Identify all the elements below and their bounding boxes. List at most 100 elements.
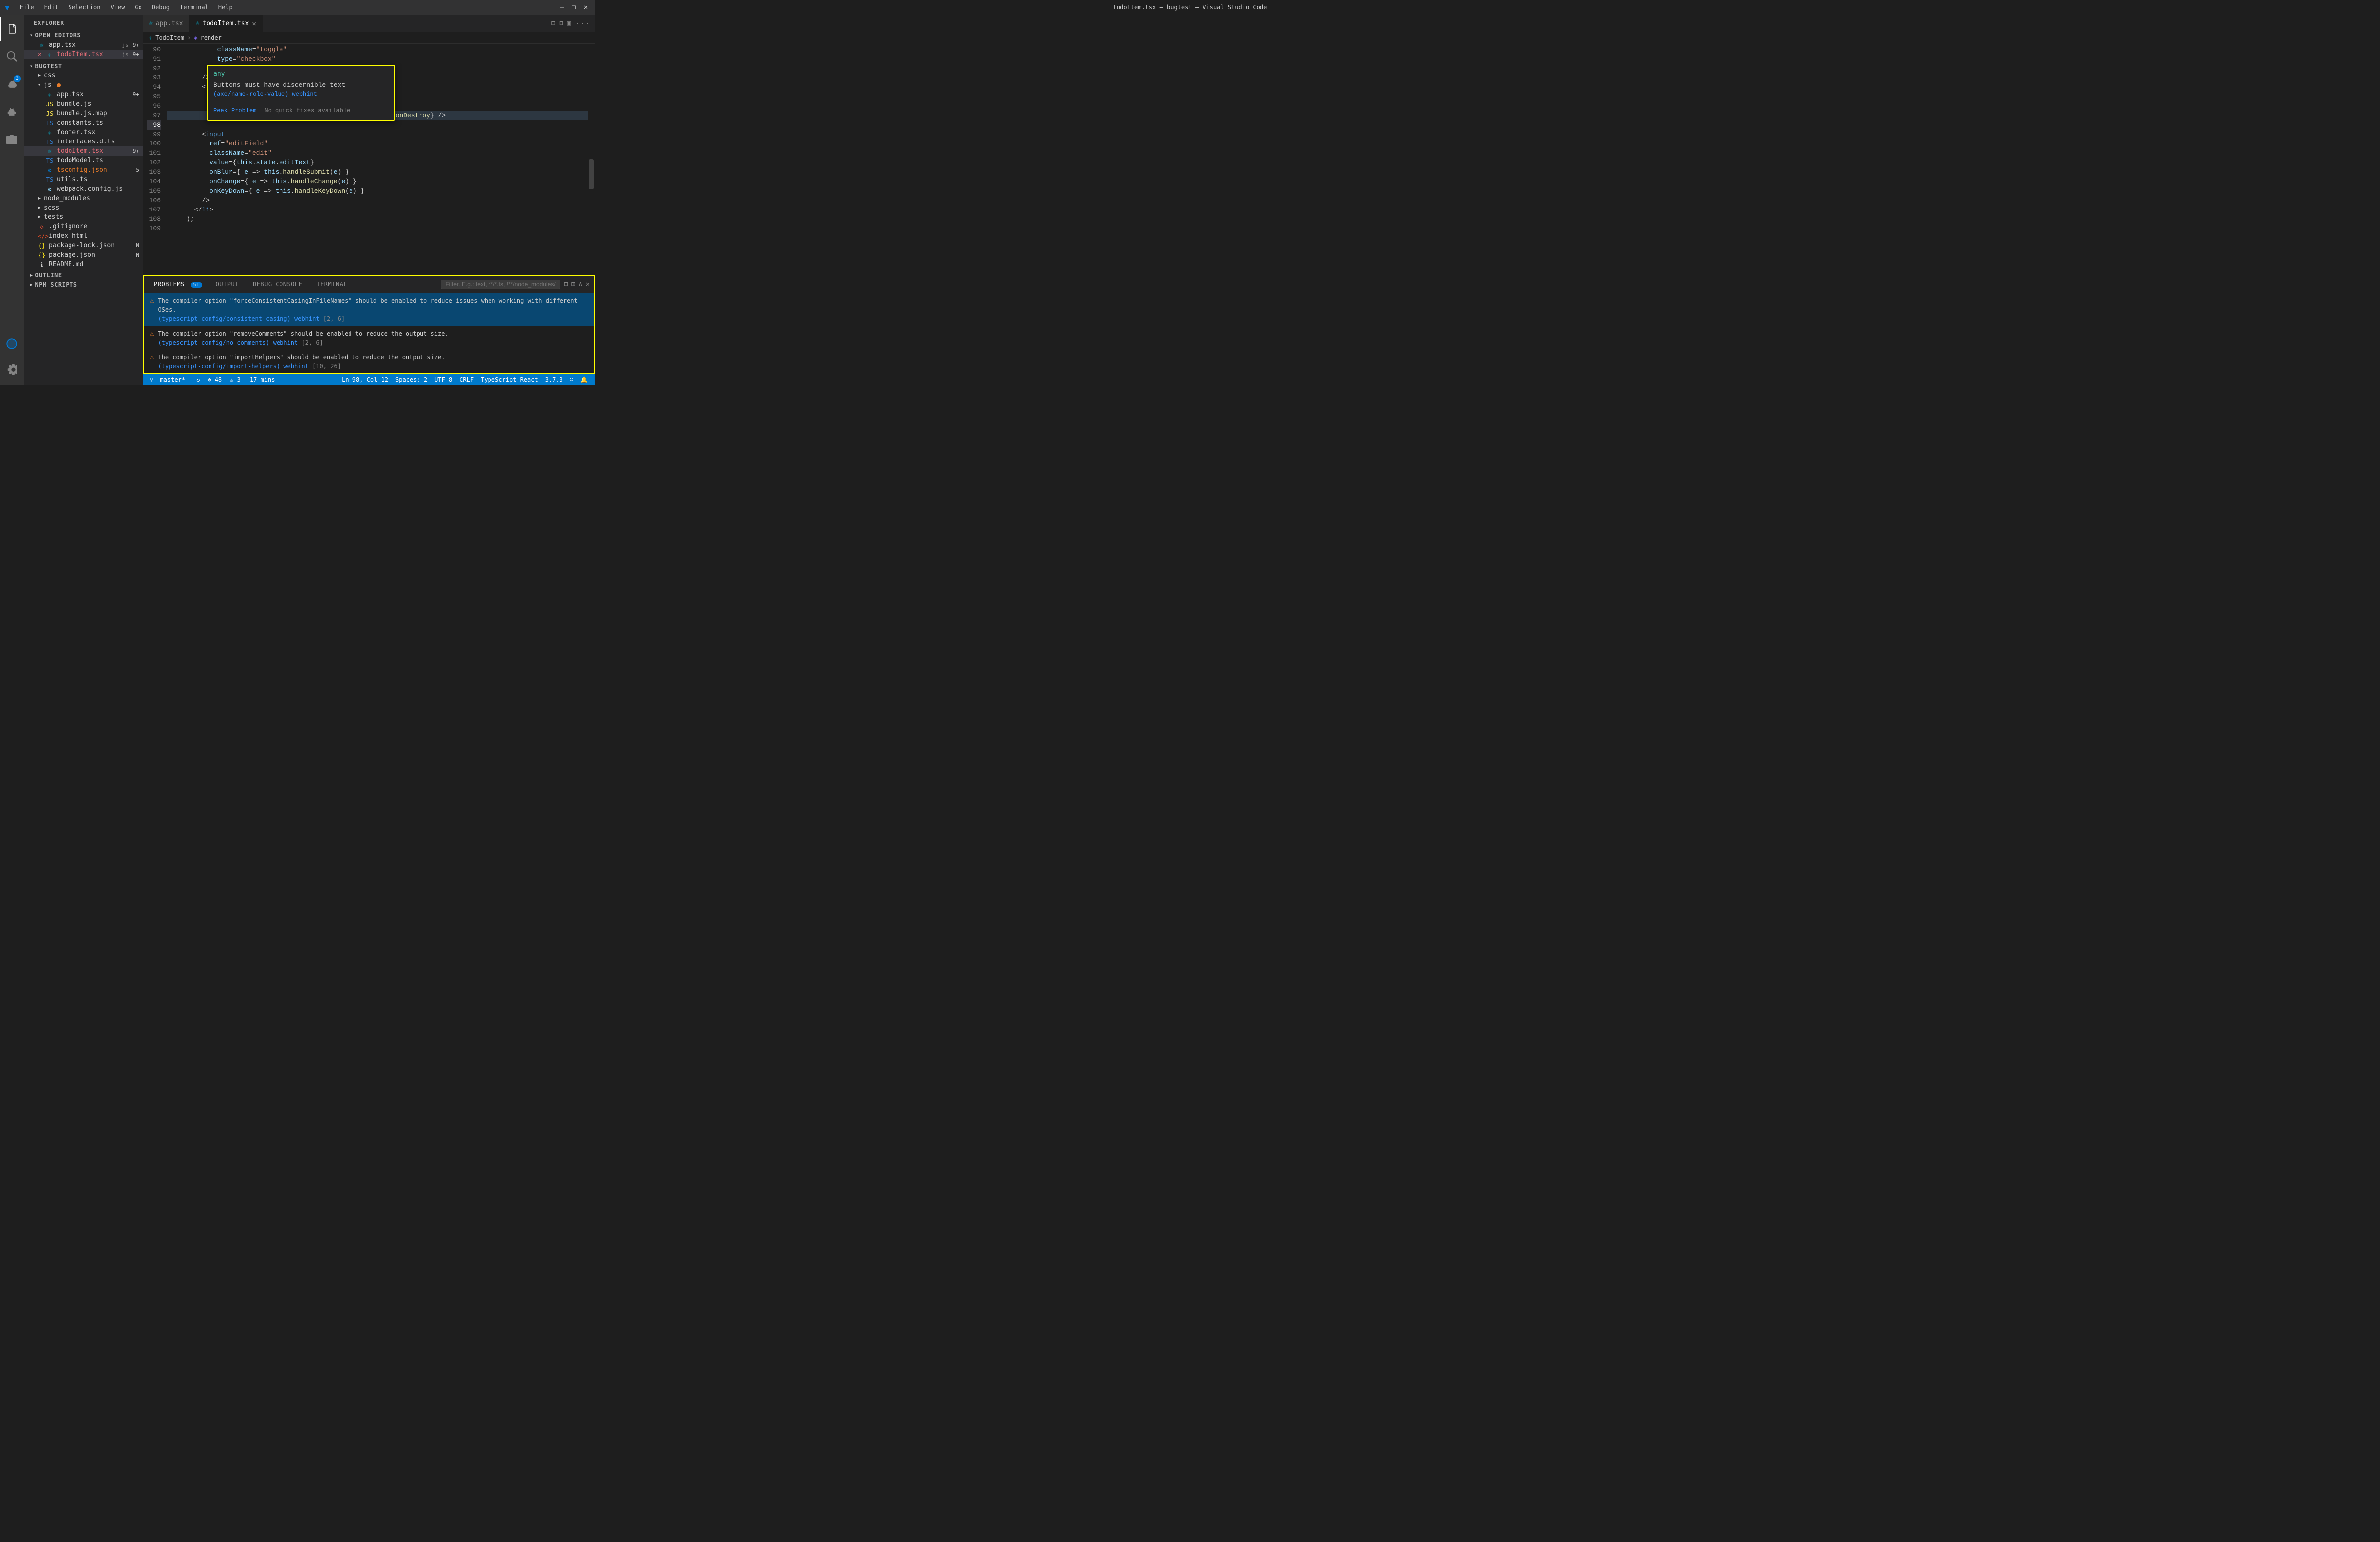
panel-tab-terminal[interactable]: TERMINAL: [310, 279, 353, 290]
copy-icon[interactable]: ⊞: [571, 280, 575, 288]
activity-debug[interactable]: [0, 100, 24, 124]
code-line-103[interactable]: value={this.state.editText}: [167, 158, 588, 167]
line-ending[interactable]: CRLF: [456, 376, 477, 383]
code-line-99[interactable]: [167, 120, 588, 130]
open-editor-todoitem-tsx[interactable]: ✕ ⚛ todoItem.tsx js 9+: [24, 50, 143, 59]
code-line-101[interactable]: ref="editField": [167, 139, 588, 148]
file-interfaces-dts[interactable]: TS interfaces.d.ts: [24, 137, 143, 146]
outline-header[interactable]: ▶ OUTLINE: [24, 270, 143, 280]
ts-version[interactable]: 3.7.3: [542, 376, 566, 383]
node-modules-chevron-icon: ▶: [38, 196, 41, 201]
layout-icon[interactable]: ⊞: [559, 19, 563, 27]
status-left: ⑂ master* ↻ ⊗ 48 ⚠ 3: [147, 376, 244, 383]
spaces[interactable]: Spaces: 2: [392, 376, 430, 383]
notifications-icon[interactable]: 🔔: [577, 376, 591, 383]
editor-scrollbar[interactable]: [588, 44, 595, 275]
panel-tab-output[interactable]: OUTPUT: [210, 279, 245, 290]
close-button[interactable]: ✕: [582, 4, 590, 10]
menu-file[interactable]: File: [16, 3, 38, 12]
file-bundle-js-map[interactable]: JS bundle.js.map: [24, 109, 143, 118]
peek-problem-link[interactable]: Peek Problem: [213, 106, 256, 116]
panel-tab-debug-console[interactable]: DEBUG CONSOLE: [247, 279, 308, 290]
tsx-icon: ⚛: [38, 42, 46, 49]
chevron-up-icon[interactable]: ∧: [578, 280, 582, 288]
menu-edit[interactable]: Edit: [40, 3, 63, 12]
code-line-107[interactable]: />: [167, 196, 588, 205]
code-line-90[interactable]: className="toggle": [167, 45, 588, 54]
breadcrumb-class[interactable]: TodoItem: [155, 34, 184, 41]
tab-todoitem-tsx[interactable]: ⚛ todoItem.tsx ✕: [190, 15, 263, 32]
activity-scm[interactable]: 3: [0, 72, 24, 96]
split-editor-icon[interactable]: ⊟: [551, 19, 555, 27]
panel-tab-problems[interactable]: PROBLEMS 51: [148, 279, 208, 290]
feedback-icon[interactable]: ☺: [567, 376, 576, 383]
file-index-html[interactable]: </> index.html: [24, 231, 143, 241]
open-editor-app-tsx[interactable]: ⚛ app.tsx js 9+: [24, 40, 143, 50]
filter-icon[interactable]: ⊟: [564, 280, 568, 288]
file-readme-md[interactable]: ℹ README.md: [24, 260, 143, 269]
menu-selection[interactable]: Selection: [64, 3, 104, 12]
problem-item-3[interactable]: ⚠ The compiler option "importHelpers" sh…: [144, 350, 594, 373]
menu-view[interactable]: View: [106, 3, 129, 12]
folder-css[interactable]: ▶ css: [24, 71, 143, 80]
minimize-button[interactable]: —: [558, 4, 566, 10]
problem-item-1[interactable]: ⚠ The compiler option "forceConsistentCa…: [144, 293, 594, 326]
activity-settings[interactable]: [0, 357, 24, 381]
activity-extensions[interactable]: [0, 128, 24, 152]
code-line-104[interactable]: onBlur={ e => this.handleSubmit(e) }: [167, 167, 588, 177]
code-line-91[interactable]: type="checkbox": [167, 54, 588, 64]
file-footer-tsx[interactable]: ⚛ footer.tsx: [24, 128, 143, 137]
code-line-109[interactable]: );: [167, 214, 588, 224]
code-content[interactable]: any Buttons must have discernible text (…: [167, 44, 588, 275]
file-tsconfig-json[interactable]: ⚙ tsconfig.json 5: [24, 165, 143, 175]
code-line-105[interactable]: onChange={ e => this.handleChange(e) }: [167, 177, 588, 186]
bugtest-header[interactable]: ▾ BUGTEST: [24, 61, 143, 71]
npm-scripts-header[interactable]: ▶ NPM SCRIPTS: [24, 280, 143, 290]
tab-close-icon[interactable]: ✕: [252, 20, 256, 28]
scrollbar-thumb[interactable]: [589, 159, 594, 189]
breadcrumb-method[interactable]: render: [201, 34, 222, 41]
menu-terminal[interactable]: Terminal: [176, 3, 212, 12]
problem-item-2[interactable]: ⚠ The compiler option "removeComments" s…: [144, 326, 594, 350]
git-branch[interactable]: ⑂ master*: [147, 376, 191, 383]
code-line-106[interactable]: onKeyDown={ e => this.handleKeyDown(e) }: [167, 186, 588, 196]
activity-remote[interactable]: [0, 332, 24, 355]
open-editors-header[interactable]: ▾ OPEN EDITORS: [24, 30, 143, 40]
encoding[interactable]: UTF-8: [431, 376, 455, 383]
file-package-lock[interactable]: {} package-lock.json N: [24, 241, 143, 250]
sync-button[interactable]: ↻: [193, 376, 203, 383]
file-bundle-js[interactable]: JS bundle.js: [24, 99, 143, 109]
editor-area: ⚛ app.tsx ⚛ todoItem.tsx ✕ ⊟ ⊞ ▣ ··· ⚛ T…: [143, 15, 595, 385]
folder-scss[interactable]: ▶ scss: [24, 203, 143, 212]
folder-tests[interactable]: ▶ tests: [24, 212, 143, 222]
file-package-json[interactable]: {} package.json N: [24, 250, 143, 260]
filter-input[interactable]: [441, 280, 560, 289]
file-app-tsx[interactable]: ⚛ app.tsx 9+: [24, 90, 143, 99]
file-gitignore[interactable]: ◇ .gitignore: [24, 222, 143, 231]
activity-explorer[interactable]: [0, 17, 24, 41]
gitignore-icon: ◇: [38, 223, 46, 230]
file-webpack-config[interactable]: ⚙ webpack.config.js: [24, 184, 143, 194]
maximize-button[interactable]: ❐: [570, 4, 578, 10]
code-line-108[interactable]: </li>: [167, 205, 588, 214]
language-mode[interactable]: TypeScript React: [478, 376, 541, 383]
menu-help[interactable]: Help: [214, 3, 237, 12]
errors-count[interactable]: ⊗ 48: [205, 376, 225, 383]
tab-app-tsx[interactable]: ⚛ app.tsx: [143, 15, 190, 32]
folder-node-modules[interactable]: ▶ node_modules: [24, 194, 143, 203]
menu-go[interactable]: Go: [131, 3, 145, 12]
warnings-count[interactable]: ⚠ 3: [227, 376, 244, 383]
activity-search[interactable]: [0, 45, 24, 69]
folder-js[interactable]: ▾ js: [24, 80, 143, 90]
cursor-position[interactable]: Ln 98, Col 12: [339, 376, 391, 383]
close-panel-icon[interactable]: ✕: [586, 280, 590, 288]
file-todomodel-ts[interactable]: TS todoModel.ts: [24, 156, 143, 165]
split-icon[interactable]: ▣: [567, 19, 571, 27]
more-actions-icon[interactable]: ···: [575, 19, 590, 28]
file-utils-ts[interactable]: TS utils.ts: [24, 175, 143, 184]
menu-debug[interactable]: Debug: [148, 3, 174, 12]
file-constants-ts[interactable]: TS constants.ts: [24, 118, 143, 128]
code-line-102[interactable]: className="edit": [167, 148, 588, 158]
code-line-100[interactable]: <input: [167, 130, 588, 139]
file-todoitem-tsx[interactable]: ⚛ todoItem.tsx 9+: [24, 146, 143, 156]
